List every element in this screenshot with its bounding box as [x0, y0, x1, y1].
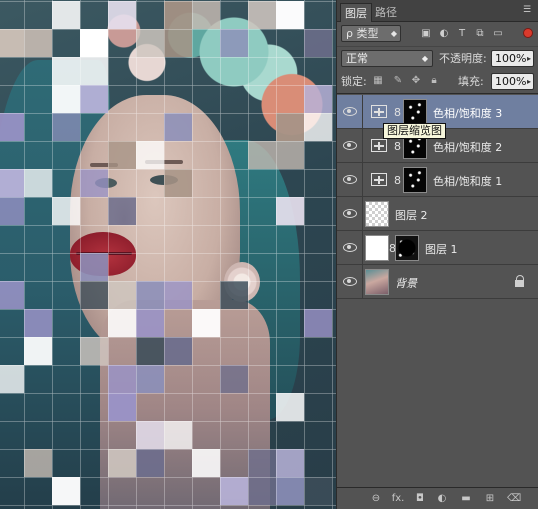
panel-tabbar: 图层 路径 ☰: [337, 0, 538, 22]
visibility-eye-icon[interactable]: [343, 242, 357, 252]
adjustment-filter-icon[interactable]: ◐: [437, 27, 451, 40]
grid-lines: [0, 0, 336, 509]
hue-saturation-adjustment-icon: [371, 173, 387, 186]
visibility-eye-icon[interactable]: [343, 208, 357, 218]
layer-thumbnail-tooltip: 图层缩览图: [383, 123, 446, 139]
layer-row[interactable]: 8 色相/饱和度 1: [337, 163, 538, 197]
divider: [362, 231, 363, 265]
panel-menu-icon[interactable]: ☰: [521, 5, 533, 16]
layer-name[interactable]: 背景: [395, 275, 417, 291]
layer-row[interactable]: 背景: [337, 265, 538, 299]
opacity-value: 100%: [495, 52, 527, 65]
layers-panel: 图层 路径 ☰ ρ 类型 ◆ ▣ ◐ T ⧉ ▭ 正常 ◆ 不透明度: 100%…: [336, 0, 538, 509]
lock-transparent-icon[interactable]: ▦: [371, 74, 385, 88]
fill-input[interactable]: 100% ▸: [491, 73, 534, 90]
new-layer-icon[interactable]: ⊞: [483, 492, 497, 505]
layer-name[interactable]: 图层 2: [395, 207, 428, 223]
layer-mask-thumbnail[interactable]: [403, 167, 427, 193]
chevron-down-icon: ▸: [526, 77, 531, 86]
divider: [362, 95, 363, 129]
lock-position-icon[interactable]: ✥: [409, 74, 423, 88]
chevron-down-icon: ▸: [526, 54, 531, 63]
lock-image-icon[interactable]: ✎: [391, 74, 405, 88]
hue-saturation-adjustment-icon: [371, 139, 387, 152]
chevron-down-icon: ◆: [421, 54, 428, 63]
layer-name[interactable]: 图层 1: [425, 241, 458, 257]
link-chain-icon[interactable]: 8: [394, 140, 401, 153]
new-group-icon[interactable]: ▬: [459, 492, 473, 505]
blend-mode-value: 正常: [346, 52, 368, 65]
image-filter-icon[interactable]: ▣: [419, 27, 433, 40]
divider: [362, 265, 363, 299]
trash-icon[interactable]: ⌫: [507, 492, 521, 505]
lock-row: 锁定: ▦ ✎ ✥ 🔒︎ 填充: 100% ▸: [337, 70, 538, 94]
chevron-down-icon: ◆: [390, 29, 397, 38]
link-layers-icon[interactable]: ⊖: [369, 492, 383, 505]
layer-mask-thumbnail[interactable]: [395, 235, 419, 261]
panel-bottom-bar: ⊖ fx. ◘ ◐ ▬ ⊞ ⌫: [337, 487, 538, 509]
visibility-eye-icon[interactable]: [343, 276, 357, 286]
layer-row[interactable]: 8 图层 1: [337, 231, 538, 265]
layer-thumbnail[interactable]: [365, 235, 389, 261]
link-chain-icon[interactable]: 8: [394, 174, 401, 187]
divider: [362, 197, 363, 231]
fx-icon[interactable]: fx.: [391, 492, 405, 505]
layer-name[interactable]: 色相/饱和度 1: [433, 173, 502, 189]
layer-thumbnail[interactable]: [365, 269, 389, 295]
add-mask-icon[interactable]: ◘: [413, 492, 427, 505]
lock-label: 锁定:: [341, 75, 367, 88]
smart-object-filter-icon[interactable]: ▭: [491, 27, 505, 40]
fill-label: 填充:: [458, 75, 484, 88]
layer-name[interactable]: 色相/饱和度 2: [433, 139, 502, 155]
visibility-eye-icon[interactable]: [343, 140, 357, 150]
blend-mode-select[interactable]: 正常 ◆: [341, 50, 433, 67]
filter-toggle[interactable]: [523, 28, 533, 38]
filter-kind-select[interactable]: ρ 类型 ◆: [341, 25, 401, 42]
layer-name[interactable]: 色相/饱和度 3: [433, 105, 502, 121]
lock-icon: [515, 275, 525, 287]
filter-row: ρ 类型 ◆ ▣ ◐ T ⧉ ▭: [337, 22, 538, 46]
layer-mask-thumbnail[interactable]: [403, 99, 427, 125]
shape-filter-icon[interactable]: ⧉: [473, 27, 487, 40]
blend-row: 正常 ◆ 不透明度: 100% ▸: [337, 46, 538, 70]
document-canvas[interactable]: [0, 0, 336, 509]
visibility-eye-icon[interactable]: [343, 174, 357, 184]
type-filter-icon[interactable]: T: [455, 27, 469, 40]
filter-kind-label: ρ 类型: [346, 27, 379, 40]
new-adjustment-icon[interactable]: ◐: [435, 492, 449, 505]
hue-saturation-adjustment-icon: [371, 105, 387, 118]
tab-paths[interactable]: 路径: [371, 3, 401, 22]
link-chain-icon[interactable]: 8: [394, 106, 401, 119]
opacity-label: 不透明度:: [439, 52, 487, 65]
divider: [362, 129, 363, 163]
tab-layers[interactable]: 图层: [340, 3, 372, 22]
opacity-input[interactable]: 100% ▸: [491, 50, 534, 67]
fill-value: 100%: [495, 75, 527, 88]
divider: [362, 163, 363, 197]
layer-row[interactable]: 图层 2: [337, 197, 538, 231]
layer-thumbnail[interactable]: [365, 201, 389, 227]
lock-all-icon[interactable]: 🔒︎: [427, 74, 441, 88]
visibility-eye-icon[interactable]: [343, 106, 357, 116]
